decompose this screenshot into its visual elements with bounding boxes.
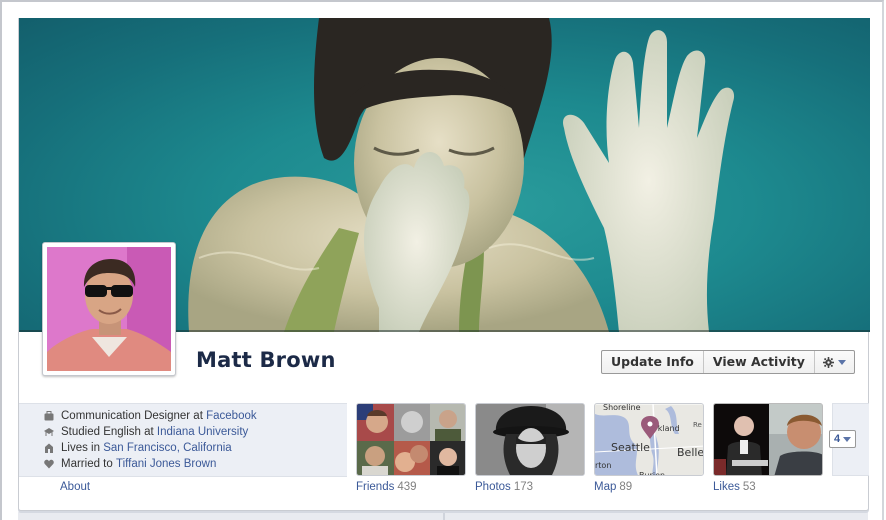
photos-thumbnail[interactable] (475, 403, 585, 476)
map-label-bellevue: Belle (677, 446, 704, 459)
likes-thumbnail[interactable] (713, 403, 823, 476)
photos-preview (476, 404, 584, 475)
gear-icon (822, 356, 834, 368)
heart-icon (44, 459, 54, 469)
info-education-link[interactable]: Indiana University (157, 426, 248, 438)
profile-picture[interactable] (42, 242, 176, 376)
friends-count: 439 (397, 481, 417, 493)
more-sections-button[interactable]: 4 (829, 430, 856, 448)
map-label-seattle: Seattle (611, 441, 650, 454)
likes-label: Likes (713, 481, 740, 493)
friends-collage (357, 404, 465, 475)
likes-link[interactable]: Likes 53 (713, 481, 756, 493)
info-relationship-prefix: Married to (61, 458, 113, 470)
photos-count: 173 (513, 481, 533, 493)
profile-actions: Update Info View Activity (601, 350, 855, 374)
map-label-burien: Burien (639, 471, 665, 476)
info-relationship: Married to Tiffani Jones Brown (44, 456, 216, 472)
map-thumbnail[interactable]: Shoreline Kirkland Re Seattle Belle rton… (594, 403, 704, 476)
profile-header-card: Matt Brown Update Info View Activity Com… (18, 18, 870, 511)
friends-thumbnail[interactable] (356, 403, 466, 476)
photos-label: Photos (475, 481, 511, 493)
map-label-redmond: Re (693, 421, 702, 429)
likes-preview (714, 404, 822, 475)
map-preview: Shoreline Kirkland Re Seattle Belle rton… (595, 404, 704, 476)
likes-count: 53 (742, 481, 756, 493)
info-location: Lives in San Francisco, California (44, 440, 232, 456)
info-relationship-link[interactable]: Tiffani Jones Brown (116, 458, 216, 470)
info-education: Studied English at Indiana University (44, 424, 248, 440)
friends-label: Friends (356, 481, 395, 493)
map-count: 89 (619, 481, 633, 493)
chevron-down-icon (837, 359, 846, 365)
timeline-divider (443, 512, 445, 520)
info-location-prefix: Lives in (61, 442, 100, 454)
profile-info-panel: Communication Designer at Facebook Studi… (19, 403, 347, 477)
view-activity-button[interactable]: View Activity (704, 351, 815, 373)
briefcase-icon (44, 411, 54, 421)
info-education-prefix: Studied English at (61, 426, 154, 438)
info-location-link[interactable]: San Francisco, California (103, 442, 231, 454)
profile-name[interactable]: Matt Brown (196, 348, 336, 372)
photos-link[interactable]: Photos 173 (475, 481, 533, 493)
info-work: Communication Designer at Facebook (44, 408, 257, 424)
info-work-link[interactable]: Facebook (206, 410, 257, 422)
house-icon (45, 443, 53, 453)
map-label-burton: rton (595, 461, 611, 470)
map-label: Map (594, 481, 617, 493)
chevron-down-icon (843, 436, 852, 442)
map-label-shoreline: Shoreline (603, 404, 641, 412)
update-info-button[interactable]: Update Info (602, 351, 704, 373)
profile-picture-image (47, 247, 171, 371)
info-work-prefix: Communication Designer at (61, 410, 203, 422)
settings-dropdown-button[interactable] (815, 351, 854, 373)
about-link[interactable]: About (60, 481, 90, 493)
more-sections-count: 4 (833, 433, 841, 445)
friends-link[interactable]: Friends 439 (356, 481, 417, 493)
graduation-icon (44, 428, 54, 436)
map-link[interactable]: Map 89 (594, 481, 632, 493)
